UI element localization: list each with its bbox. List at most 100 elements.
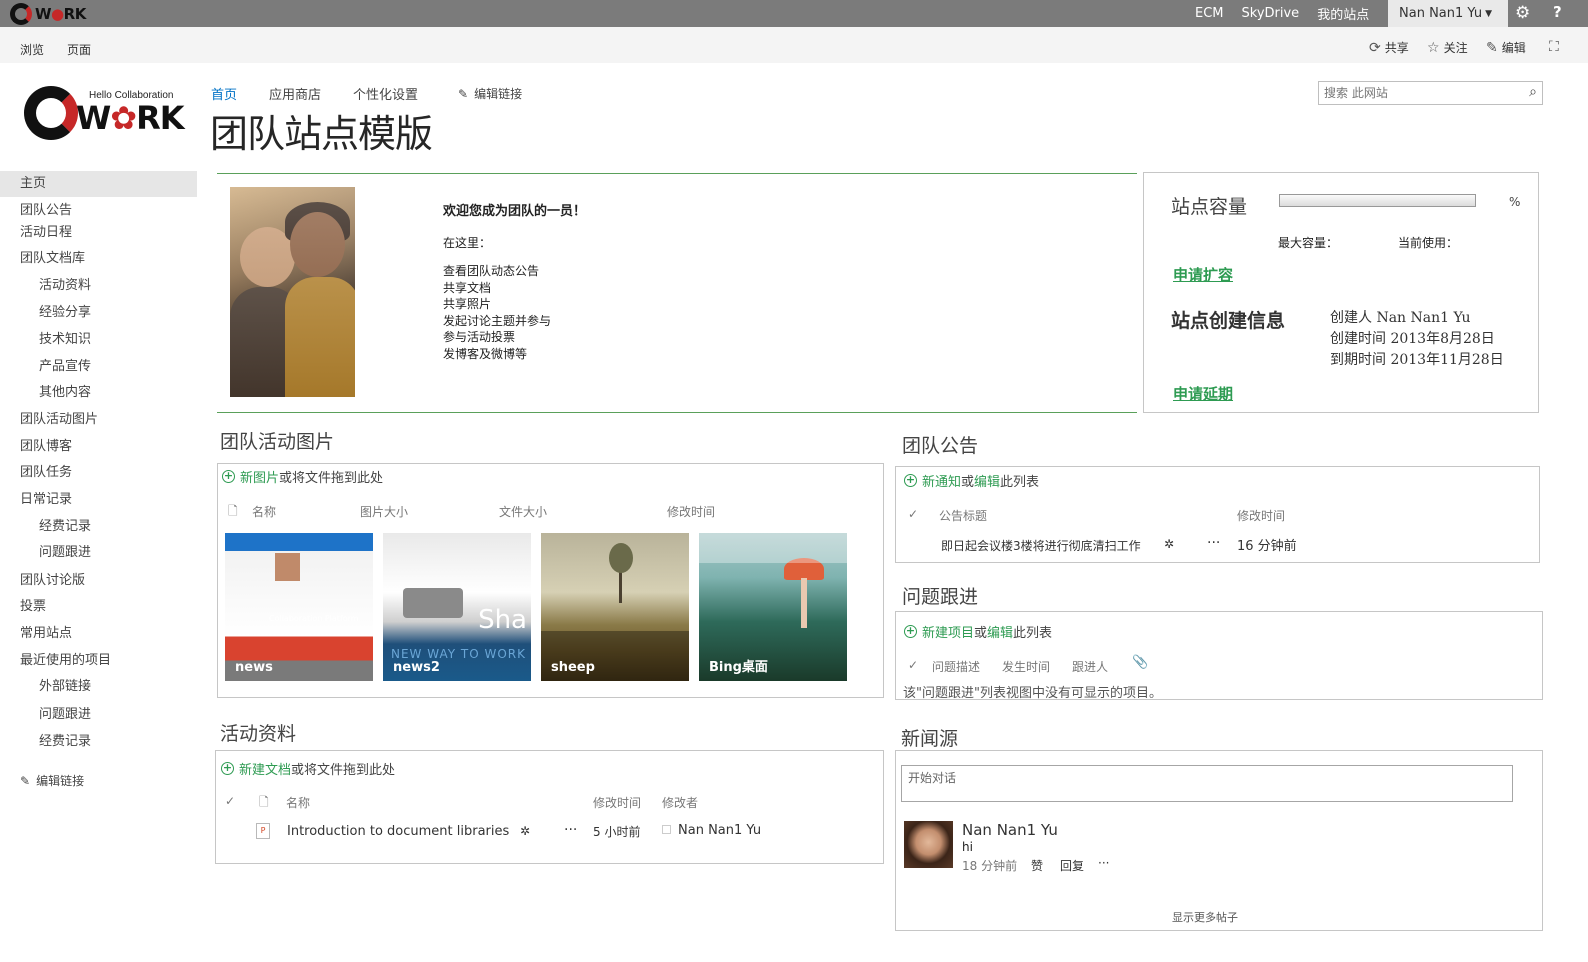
column-announcement-title[interactable]: 公告标题: [939, 507, 987, 524]
document-modified-by[interactable]: Nan Nan1 Yu: [678, 823, 761, 838]
help-icon[interactable]: ?: [1553, 3, 1562, 21]
follow-button[interactable]: ☆ 关注: [1427, 39, 1468, 56]
column-name[interactable]: 名称: [252, 503, 276, 520]
tab-browse[interactable]: 浏览: [20, 41, 44, 58]
gear-icon[interactable]: ⚙: [1515, 3, 1530, 23]
sidebar-item[interactable]: 外部链接: [0, 674, 197, 700]
sidebar-item[interactable]: 团队任务: [0, 460, 197, 486]
sidebar-item[interactable]: 经费记录: [0, 514, 197, 540]
column-assignee[interactable]: 跟进人: [1072, 658, 1108, 675]
column-occurred[interactable]: 发生时间: [1002, 658, 1050, 675]
announcements-title[interactable]: 团队公告: [902, 431, 978, 458]
thumbnail-overlay: Sha: [478, 605, 527, 635]
documents-title[interactable]: 活动资料: [220, 719, 296, 746]
sidebar-item[interactable]: 最近使用的项目: [0, 648, 197, 674]
post-time[interactable]: 18 分钟前: [962, 857, 1017, 874]
new-picture-link[interactable]: 新图片: [240, 467, 279, 486]
more-options-icon[interactable]: ···: [1098, 856, 1109, 870]
sidebar-item[interactable]: 问题跟进: [0, 540, 197, 566]
pictures-title[interactable]: 团队活动图片: [220, 427, 334, 454]
more-options-icon[interactable]: ···: [1207, 535, 1220, 551]
avatar[interactable]: [904, 821, 953, 868]
sidebar-edit-links[interactable]: ✎ 编辑链接: [0, 768, 197, 794]
select-all-checkmark-icon[interactable]: ✓: [908, 507, 918, 521]
edit-list-link[interactable]: 编辑: [974, 471, 1000, 490]
sidebar-item[interactable]: 主页: [0, 171, 197, 197]
sidebar-item[interactable]: 团队活动图片: [0, 407, 197, 433]
picture-thumbnail[interactable]: sheep: [541, 533, 689, 681]
column-file-size[interactable]: 文件大小: [499, 503, 547, 520]
sidebar-item[interactable]: 技术知识: [0, 327, 197, 353]
picture-thumbnail[interactable]: Collaboration Platform news: [225, 533, 373, 681]
tab-page[interactable]: 页面: [67, 41, 91, 58]
topnav-personalize[interactable]: 个性化设置: [353, 84, 418, 103]
attachment-icon[interactable]: 📎: [1132, 655, 1148, 670]
new-item-link[interactable]: 新建项目: [922, 622, 974, 641]
sidebar-item[interactable]: 常用站点: [0, 621, 197, 647]
new-document-link[interactable]: 新建文档: [239, 759, 291, 778]
sidebar-item[interactable]: 产品宣传: [0, 354, 197, 380]
add-icon[interactable]: +: [222, 470, 235, 483]
reply-link[interactable]: 回复: [1060, 857, 1084, 874]
search-icon[interactable]: ⌕: [1529, 84, 1537, 100]
user-name: Nan Nan1 Yu: [1399, 6, 1483, 21]
sidebar-item[interactable]: 团队讨论版: [0, 568, 197, 594]
topnav-app-store[interactable]: 应用商店: [269, 84, 321, 103]
sidebar-item[interactable]: 活动日程: [0, 220, 197, 246]
sidebar-item[interactable]: 其他内容: [0, 380, 197, 406]
sidebar-item[interactable]: 经验分享: [0, 300, 197, 326]
sidebar-item[interactable]: 投票: [0, 594, 197, 620]
sidebar-item[interactable]: 经费记录: [0, 729, 197, 755]
sidebar-item[interactable]: 问题跟进: [0, 702, 197, 728]
focus-content-icon[interactable]: ⛶: [1549, 39, 1559, 55]
picture-thumbnail[interactable]: Sha NEW WAY TO WORK news2: [383, 533, 531, 681]
picture-thumbnail[interactable]: Bing桌面: [699, 533, 847, 681]
apply-expand-link[interactable]: 申请扩容: [1173, 264, 1233, 285]
topnav-home[interactable]: 首页: [211, 84, 237, 103]
new-announcement-link[interactable]: 新通知: [922, 471, 961, 490]
column-modified[interactable]: 修改时间: [593, 794, 641, 811]
add-icon[interactable]: +: [904, 625, 917, 638]
select-all-checkmark-icon[interactable]: ✓: [225, 794, 235, 808]
topnav-edit-links[interactable]: ✎ 编辑链接: [458, 84, 522, 103]
mushroom-stem: [801, 578, 807, 628]
show-more-posts-link[interactable]: 显示更多帖子: [1172, 909, 1238, 925]
sidebar-item[interactable]: 日常记录: [0, 487, 197, 513]
column-name[interactable]: 名称: [286, 794, 310, 811]
edit-list-link[interactable]: 编辑: [987, 622, 1013, 641]
issues-title[interactable]: 问题跟进: [902, 582, 978, 609]
welcome-title: 欢迎您成为团队的一员！: [443, 204, 587, 219]
welcome-line: 查看团队动态公告: [443, 264, 540, 278]
start-conversation-input[interactable]: 开始对话: [901, 765, 1513, 802]
more-options-icon[interactable]: ···: [564, 822, 577, 838]
search-input[interactable]: [1319, 82, 1514, 104]
welcome-panel: 欢迎您成为团队的一员！ 在这里： 查看团队动态公告 共享文档 共享照片 发起讨论…: [217, 173, 1137, 413]
like-link[interactable]: 赞: [1031, 857, 1043, 874]
post-author[interactable]: Nan Nan1 Yu: [962, 821, 1058, 839]
select-all-checkmark-icon[interactable]: ✓: [908, 658, 918, 672]
add-icon[interactable]: +: [221, 762, 234, 775]
suite-link-my-sites[interactable]: 我的站点: [1317, 4, 1369, 23]
newsfeed-title[interactable]: 新闻源: [901, 724, 958, 751]
sidebar-item[interactable]: 团队博客: [0, 434, 197, 460]
column-picture-size[interactable]: 图片大小: [360, 503, 408, 520]
thumbnail-overlay: Collaboration Platform: [269, 614, 359, 623]
capacity-percent: %: [1509, 195, 1521, 209]
column-modified[interactable]: 修改时间: [667, 503, 715, 520]
column-modified[interactable]: 修改时间: [1237, 507, 1285, 524]
edit-button[interactable]: ✎ 编辑: [1486, 39, 1526, 56]
suite-logo[interactable]: W●RK: [10, 2, 86, 25]
column-modified-by[interactable]: 修改者: [662, 794, 698, 811]
suite-link-skydrive[interactable]: SkyDrive: [1242, 6, 1300, 21]
share-button[interactable]: ⟳ 共享: [1369, 39, 1409, 56]
announcement-title[interactable]: 即日起会议楼3楼将进行彻底清扫工作: [941, 537, 1141, 554]
document-name[interactable]: Introduction to document libraries: [287, 824, 509, 839]
site-logo[interactable]: Hello Collaboration W✿RK: [24, 86, 189, 144]
suite-link-ecm[interactable]: ECM: [1195, 6, 1224, 21]
sidebar-item[interactable]: 活动资料: [0, 273, 197, 299]
column-issue-description[interactable]: 问题描述: [932, 658, 980, 675]
sidebar-item[interactable]: 团队文档库: [0, 246, 197, 272]
user-menu[interactable]: Nan Nan1 Yu ▼: [1388, 0, 1508, 27]
apply-extend-link[interactable]: 申请延期: [1173, 383, 1233, 404]
add-icon[interactable]: +: [904, 474, 917, 487]
